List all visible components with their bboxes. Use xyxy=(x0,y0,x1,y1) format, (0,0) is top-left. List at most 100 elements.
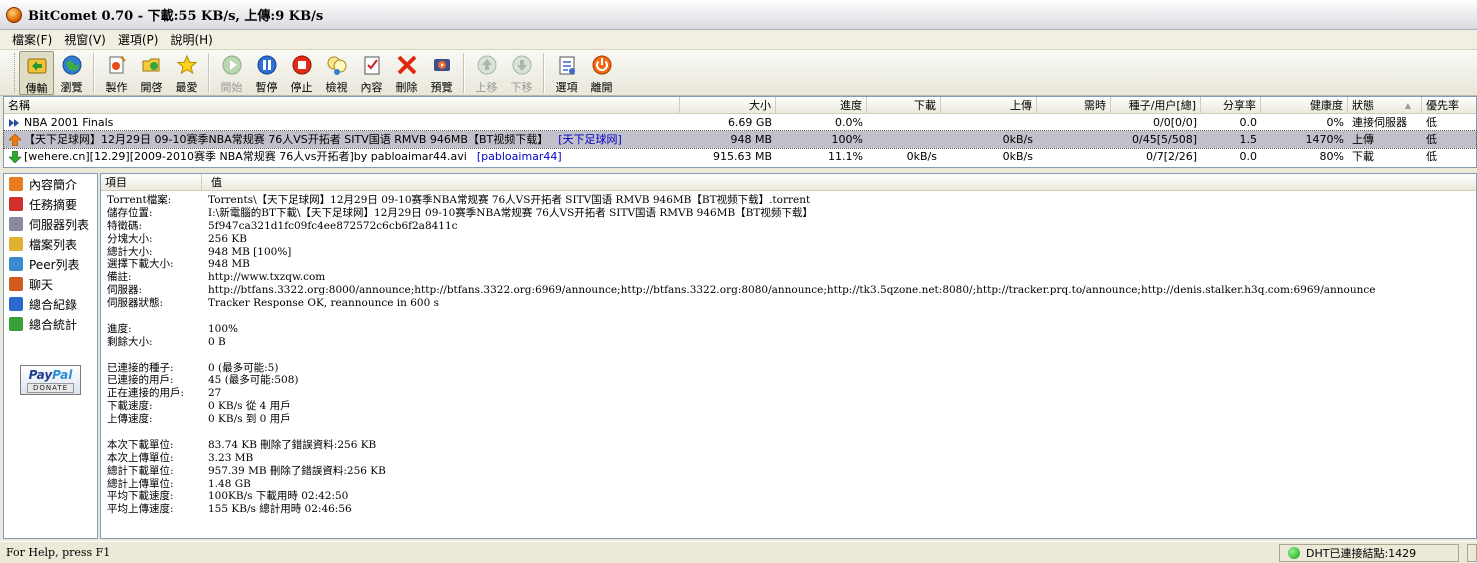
detail-body: Torrent檔案: Torrents\【天下足球网】12月29日 09-10赛季… xyxy=(101,191,1476,516)
menu-file[interactable]: 檔案(F) xyxy=(6,31,58,48)
make-torrent-icon xyxy=(106,54,128,76)
column-header-size[interactable]: 大小 xyxy=(680,97,776,114)
toolbar-grip[interactable] xyxy=(14,53,17,93)
column-header-priority[interactable]: 優先率 xyxy=(1422,97,1476,114)
stop-label: 停止 xyxy=(290,81,313,94)
menu-view[interactable]: 視窗(V) xyxy=(58,31,112,48)
delete-button[interactable]: 刪除 xyxy=(389,51,424,95)
favorites-label: 最愛 xyxy=(175,81,198,94)
detail-value: 5f947ca321d1fc09fc4ee872572c6cb6f2a8411c xyxy=(208,219,458,232)
nav-item[interactable]: 伺服器列表 xyxy=(4,214,97,234)
transfer-button[interactable]: 傳輸 xyxy=(19,51,54,95)
preview-button[interactable]: 預覽 xyxy=(424,51,459,95)
nav-item[interactable]: 聊天 xyxy=(4,274,97,294)
detail-value: 1.48 GB xyxy=(208,477,251,490)
detail-column-item[interactable]: 項目 xyxy=(101,174,202,191)
nav-item[interactable]: Peer列表 xyxy=(4,254,97,274)
torrent-priority-cell: 低 xyxy=(1426,150,1437,163)
column-header-status[interactable]: 狀態 ▲ xyxy=(1348,97,1422,114)
move-up-label: 上移 xyxy=(475,81,498,94)
torrent-health-cell: 1470% xyxy=(1305,133,1344,146)
peer-list-icon xyxy=(9,257,23,271)
detail-row: 選擇下載大小: 948 MB xyxy=(101,258,1476,271)
view-button[interactable]: 檢視 xyxy=(319,51,354,95)
make-torrent-label: 製作 xyxy=(105,81,128,94)
window-title: BitComet 0.70 - 下載:55 KB/s, 上傳:9 KB/s xyxy=(28,9,324,24)
start-button[interactable]: 開始 xyxy=(214,51,249,95)
paypal-logo-pay: Pay xyxy=(28,368,53,382)
torrent-status-cell: 上傳 xyxy=(1352,133,1374,146)
torrent-name: NBA 2001 Finals xyxy=(24,116,114,129)
torrent-health-cell: 80% xyxy=(1319,150,1344,163)
column-header-share-ratio[interactable]: 分享率 xyxy=(1201,97,1261,114)
column-header-health[interactable]: 健康度 xyxy=(1261,97,1348,114)
download-arrow-icon xyxy=(8,150,22,163)
nav-item[interactable]: 總合紀錄 xyxy=(4,294,97,314)
stop-button[interactable]: 停止 xyxy=(284,51,319,95)
task-summary-icon xyxy=(9,197,23,211)
nav-item[interactable]: 總合統計 xyxy=(4,314,97,334)
torrent-seeds-peers-cell: 0/7[2/26] xyxy=(1146,150,1197,163)
options-button[interactable]: 選項 xyxy=(549,51,584,95)
torrent-row[interactable]: [wehere.cn][12.29][2009-2010赛季 NBA常规赛 76… xyxy=(4,148,1476,165)
torrent-upload-cell xyxy=(941,114,1037,131)
detail-key: 進度: xyxy=(107,322,132,335)
detail-value: 948 MB [100%] xyxy=(208,245,292,258)
globe-icon xyxy=(61,54,83,76)
detail-row: 總計大小: 948 MB [100%] xyxy=(101,246,1476,259)
options-icon xyxy=(556,54,578,76)
torrent-row[interactable]: 【天下足球网】12月29日 09-10赛季NBA常规赛 76人VS开拓者 SIT… xyxy=(3,130,1477,149)
menu-options[interactable]: 選項(P) xyxy=(112,31,165,48)
move-up-button[interactable]: 上移 xyxy=(469,51,504,95)
exit-button[interactable]: 離開 xyxy=(584,51,619,95)
properties-button[interactable]: 內容 xyxy=(354,51,389,95)
detail-row: 伺服器: http://btfans.3322.org:8000/announce… xyxy=(101,284,1476,297)
detail-key: 伺服器狀態: xyxy=(107,297,164,310)
detail-key: 本次上傳單位: xyxy=(107,451,174,464)
detail-row: 下載速度: 0 KB/s 從 4 用戶 xyxy=(101,400,1476,413)
torrent-status-cell: 下載 xyxy=(1352,150,1374,163)
paypal-donate-button[interactable]: PayPal DONATE xyxy=(20,365,81,395)
detail-column-value[interactable]: 值 xyxy=(202,174,1476,191)
detail-row: 已連接的用戶: 45 (最多可能:508) xyxy=(101,374,1476,387)
column-header-name[interactable]: 名稱 xyxy=(4,97,680,114)
pause-icon xyxy=(256,54,278,76)
nav-item[interactable]: 內容簡介 xyxy=(4,174,97,194)
column-header-progress[interactable]: 進度 xyxy=(776,97,867,114)
torrent-download-cell xyxy=(867,131,941,148)
column-header-seeds-peers[interactable]: 種子/用户[總] xyxy=(1111,97,1201,114)
column-header-upload[interactable]: 上傳 xyxy=(941,97,1037,114)
sort-ascending-icon: ▲ xyxy=(1404,101,1411,110)
nav-item-label: 總合統計 xyxy=(29,317,78,332)
nav-item[interactable]: 任務摘要 xyxy=(4,194,97,214)
status-bar: For Help, press F1 DHT已連接結點:1429 xyxy=(0,541,1477,563)
pause-button[interactable]: 暫停 xyxy=(249,51,284,95)
column-header-eta[interactable]: 需時 xyxy=(1037,97,1111,114)
star-icon xyxy=(176,54,198,76)
preview-label: 預覽 xyxy=(430,81,453,94)
detail-spacer xyxy=(101,426,1476,439)
detail-value: I:\新電腦的BT下載\【天下足球网】12月29日 09-10赛季NBA常规赛 … xyxy=(208,206,813,219)
torrent-download-cell xyxy=(867,114,941,131)
task-summary-panel[interactable]: 項目 值 Torrent檔案: Torrents\【天下足球网】12月29日 09… xyxy=(100,173,1477,539)
open-button[interactable]: 開啓 xyxy=(134,51,169,95)
toolbar-separator xyxy=(93,53,95,93)
browse-button[interactable]: 瀏覽 xyxy=(54,51,89,95)
torrent-row[interactable]: NBA 2001 Finals 6.69 GB 0.0% 0/0[0/0] 0.0 0% 連… xyxy=(4,114,1476,131)
paypal-logo: PayPal xyxy=(21,368,80,382)
menu-help[interactable]: 說明(H) xyxy=(164,31,218,48)
detail-spacer xyxy=(101,349,1476,362)
status-help-text: For Help, press F1 xyxy=(6,546,111,559)
torrent-eta-cell xyxy=(1037,148,1111,165)
move-down-button[interactable]: 下移 xyxy=(504,51,539,95)
favorites-button[interactable]: 最愛 xyxy=(169,51,204,95)
make-torrent-button[interactable]: 製作 xyxy=(99,51,134,95)
column-header-download[interactable]: 下載 xyxy=(867,97,941,114)
torrent-health-cell: 0% xyxy=(1326,116,1344,129)
exit-label: 離開 xyxy=(590,81,613,94)
nav-item[interactable]: 檔案列表 xyxy=(4,234,97,254)
info-icon xyxy=(9,177,23,191)
torrent-list[interactable]: 名稱 大小 進度 下載 上傳 需時 種子/用户[總] 分享率 健康度 狀態 ▲ … xyxy=(3,96,1477,168)
detail-key: 平均上傳速度: xyxy=(107,503,174,516)
detail-key: Torrent檔案: xyxy=(107,194,172,206)
